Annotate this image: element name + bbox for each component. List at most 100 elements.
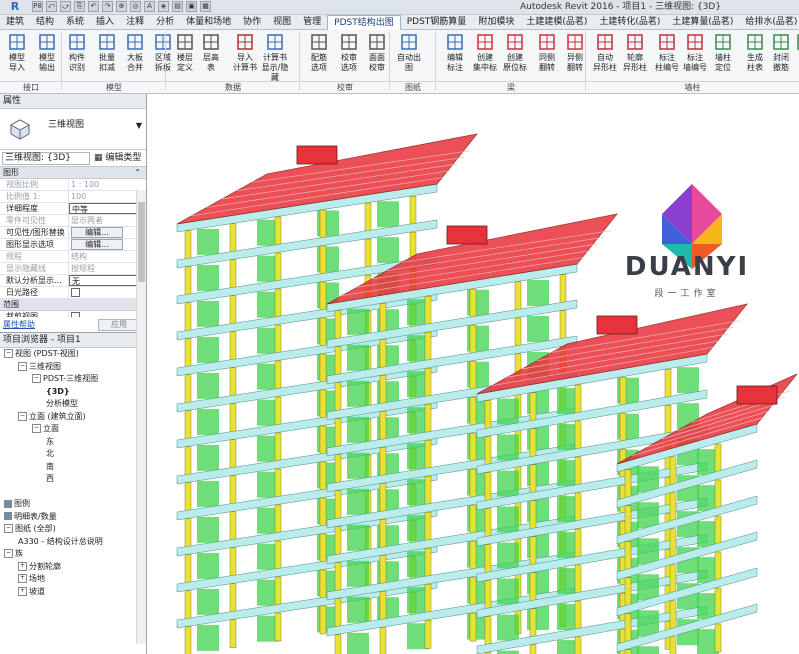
ribbon-button[interactable]: 校审 选项 (334, 32, 364, 73)
ribbon-button[interactable]: 开 (790, 32, 799, 63)
ribbon-tab[interactable]: 注释 (120, 15, 150, 29)
quick-access-button[interactable]: ▦ (200, 1, 211, 12)
view-selector-dropdown[interactable]: 三维视图: {3D} (2, 152, 90, 165)
ribbon-button[interactable]: 标注 墙编号 (680, 32, 710, 73)
browser-tree-item[interactable]: A330 - 结构设计总说明 (0, 536, 146, 549)
ribbon-button[interactable]: 同侧 翻转 (532, 32, 562, 73)
browser-tree-item[interactable]: − 图纸 (全部) (0, 523, 146, 536)
expand-icon[interactable]: + (18, 561, 27, 571)
browser-tree-item[interactable]: − 立面 (建筑立面) (0, 411, 146, 424)
ribbon-tab[interactable]: PDST结构出图 (327, 15, 401, 30)
browser-tree-item[interactable]: 东 (0, 436, 146, 449)
ribbon-tab[interactable]: 系统 (60, 15, 90, 29)
browser-tree-item[interactable]: + 场地 (0, 573, 146, 586)
edit-button[interactable]: 编辑... (71, 227, 123, 238)
browser-tree-item[interactable]: 分析模型 (0, 398, 146, 411)
quick-access-button[interactable]: ▤ (172, 1, 183, 12)
quick-access-button[interactable]: ⤻ (60, 1, 71, 12)
browser-tree-item[interactable]: 图例 (0, 498, 146, 511)
collapse-icon[interactable]: − (4, 524, 13, 533)
properties-section-header[interactable]: 范围⌃ (0, 299, 146, 311)
quick-access-button[interactable]: A (144, 1, 155, 12)
ribbon-button[interactable]: 自动出图 (394, 32, 424, 73)
browser-tree-item[interactable]: 西 (0, 473, 146, 486)
quick-access-button[interactable]: ⎘ (74, 1, 85, 12)
ribbon-button[interactable]: 墙柱 定位 (708, 32, 738, 73)
quick-access-button[interactable]: P8 (32, 1, 43, 12)
ribbon-button[interactable]: 导入 计算书 (230, 32, 260, 73)
collapse-icon[interactable]: − (32, 374, 41, 383)
ribbon-tab[interactable]: 分析 (150, 15, 180, 29)
collapse-icon[interactable]: ⌃ (134, 167, 141, 178)
quick-access-button[interactable]: ◈ (158, 1, 169, 12)
ribbon-button[interactable]: 编辑 标注 (440, 32, 470, 73)
browser-tree-item[interactable]: − 三维视图 (0, 361, 146, 374)
ribbon-tab[interactable]: 管理 (297, 15, 327, 29)
ribbon-button[interactable]: 标注 柱编号 (652, 32, 682, 73)
ribbon-button[interactable]: 构件 识别 (62, 32, 92, 73)
edit-button[interactable]: 编辑... (71, 239, 123, 250)
type-selector[interactable]: 三维视图 ▼ (0, 109, 146, 150)
properties-help-link[interactable]: 属性帮助 (3, 317, 35, 332)
browser-tree-item[interactable]: − 视图 (PDST-视图) (0, 348, 146, 361)
ribbon-button[interactable]: 配筋 选项 (304, 32, 334, 73)
browser-tree-item[interactable]: − 立面 (0, 423, 146, 436)
quick-access-button[interactable]: ↷ (102, 1, 113, 12)
ribbon-button[interactable]: 面面 校审 (362, 32, 392, 73)
quick-access-button[interactable]: ⊕ (116, 1, 127, 12)
ribbon-tab[interactable]: 视图 (267, 15, 297, 29)
ribbon-tab[interactable]: PDST钢筋算量 (401, 15, 473, 29)
chevron-down-icon[interactable]: ▼ (136, 121, 142, 130)
ribbon-tab[interactable]: 土建转化(品茗) (593, 15, 666, 29)
app-menu-button[interactable]: R (2, 0, 28, 14)
property-value[interactable]: 编辑... (69, 227, 146, 238)
ribbon-button[interactable]: 批量 扣减 (92, 32, 122, 73)
ribbon-button[interactable]: 层高表 (196, 32, 226, 73)
ribbon-tab[interactable]: 结构 (30, 15, 60, 29)
edit-type-button[interactable]: ▦ 编辑类型 (94, 152, 141, 164)
ribbon-button[interactable]: 轮廓 异形柱 (620, 32, 650, 73)
property-value[interactable] (69, 287, 146, 298)
ribbon-button[interactable]: 大板 合并 (120, 32, 150, 73)
quick-access-button[interactable]: ◎ (130, 1, 141, 12)
browser-tree-item[interactable]: − 族 (0, 548, 146, 561)
property-value[interactable]: 中等 (69, 203, 146, 214)
ribbon-tab[interactable]: 土建算量(品茗) (666, 15, 739, 29)
ribbon-tab[interactable]: 给排水(品茗) (739, 15, 799, 29)
3d-viewport[interactable]: DUANYI 段一工作室 (147, 94, 799, 654)
properties-section-header[interactable]: 图形 ⌃ (0, 167, 146, 179)
quick-access-button[interactable]: ▣ (186, 1, 197, 12)
quick-access-button[interactable]: ↶ (88, 1, 99, 12)
browser-tree-item[interactable]: − PDST-三维视图 (0, 373, 146, 386)
property-value[interactable]: 编辑... (69, 239, 146, 250)
collapse-icon[interactable]: − (4, 349, 13, 358)
browser-tree-item[interactable]: {3D} (0, 386, 146, 399)
quick-access-button[interactable]: ⤺ (46, 1, 57, 12)
ribbon-button[interactable]: 模型 导入 (2, 32, 32, 73)
expand-icon[interactable]: + (18, 574, 27, 583)
ribbon-tab[interactable]: 附加模块 (472, 15, 520, 29)
ribbon-tab[interactable]: 土建建模(品茗) (520, 15, 593, 29)
browser-tree-item[interactable]: 南 (0, 461, 146, 474)
ribbon-tab[interactable]: 协作 (237, 15, 267, 29)
ribbon-button[interactable]: 模型 输出 (32, 32, 62, 73)
browser-tree-item[interactable] (0, 486, 146, 499)
ribbon-tab[interactable]: 体量和场地 (180, 15, 237, 29)
ribbon-tab[interactable]: 插入 (90, 15, 120, 29)
checkbox[interactable] (71, 288, 80, 297)
collapse-icon[interactable]: − (32, 424, 41, 433)
browser-tree-item[interactable]: + 分割轮廓 (0, 561, 146, 574)
ribbon-button[interactable]: 创建 集中标 (470, 32, 500, 73)
browser-scrollbar[interactable] (136, 190, 146, 644)
collapse-icon[interactable]: − (18, 361, 27, 371)
collapse-icon[interactable]: − (4, 549, 13, 558)
browser-tree-item[interactable]: 明细表/数量 (0, 511, 146, 524)
scrollbar-thumb[interactable] (138, 202, 145, 282)
apply-button[interactable]: 应用 (98, 319, 140, 331)
browser-tree-item[interactable]: 北 (0, 448, 146, 461)
ribbon-button[interactable]: 创建 原位标 (500, 32, 530, 73)
ribbon-button[interactable]: 计算书 显示/隐藏 (260, 32, 290, 83)
expand-icon[interactable]: + (18, 586, 27, 596)
property-value[interactable]: 无 (69, 275, 146, 286)
browser-tree-item[interactable]: + 坡道 (0, 586, 146, 599)
